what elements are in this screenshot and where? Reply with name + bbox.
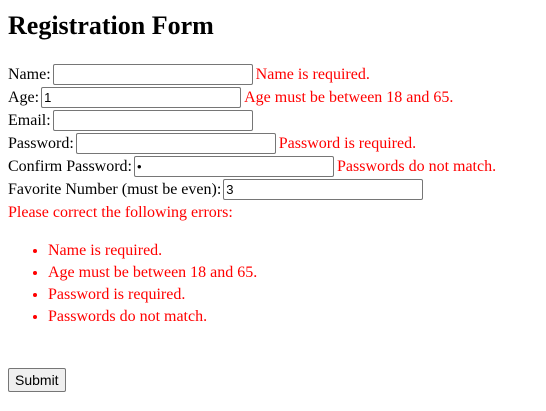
age-label: Age: [8,89,40,106]
age-input[interactable] [41,87,242,108]
confirm-password-label: Confirm Password: [8,158,132,175]
name-error: Name is required. [255,66,370,83]
confirm-password-row: Confirm Password: Passwords do not match… [8,155,538,178]
error-summary-item: Age must be between 18 and 65. [48,262,538,284]
page-title: Registration Form [8,11,214,40]
age-error: Age must be between 18 and 65. [244,89,454,106]
error-summary-title: Please correct the following errors: [8,204,233,221]
error-summary-item: Passwords do not match. [48,306,538,328]
confirm-password-input[interactable] [134,156,334,177]
email-input[interactable] [52,110,253,131]
error-summary-item: Name is required. [48,240,538,262]
submit-container: Submit [8,368,538,392]
email-row: Email: [8,109,538,132]
password-row: Password: Password is required. [8,132,538,155]
favorite-number-row: Favorite Number (must be even): [8,178,538,201]
confirm-password-error: Passwords do not match. [337,158,497,175]
password-label: Password: [8,135,74,152]
favorite-number-label: Favorite Number (must be even): [8,181,222,198]
submit-button[interactable]: Submit [8,368,66,392]
name-label: Name: [8,66,51,83]
email-label: Email: [8,112,51,129]
age-row: Age: Age must be between 18 and 65. [8,86,538,109]
error-summary-item: Password is required. [48,284,538,306]
password-input[interactable] [75,133,276,154]
name-input[interactable] [52,64,253,85]
password-error: Password is required. [278,135,417,152]
favorite-number-input[interactable] [223,179,424,200]
name-row: Name: Name is required. [8,63,538,86]
error-summary-list: Name is required. Age must be between 18… [8,240,538,328]
